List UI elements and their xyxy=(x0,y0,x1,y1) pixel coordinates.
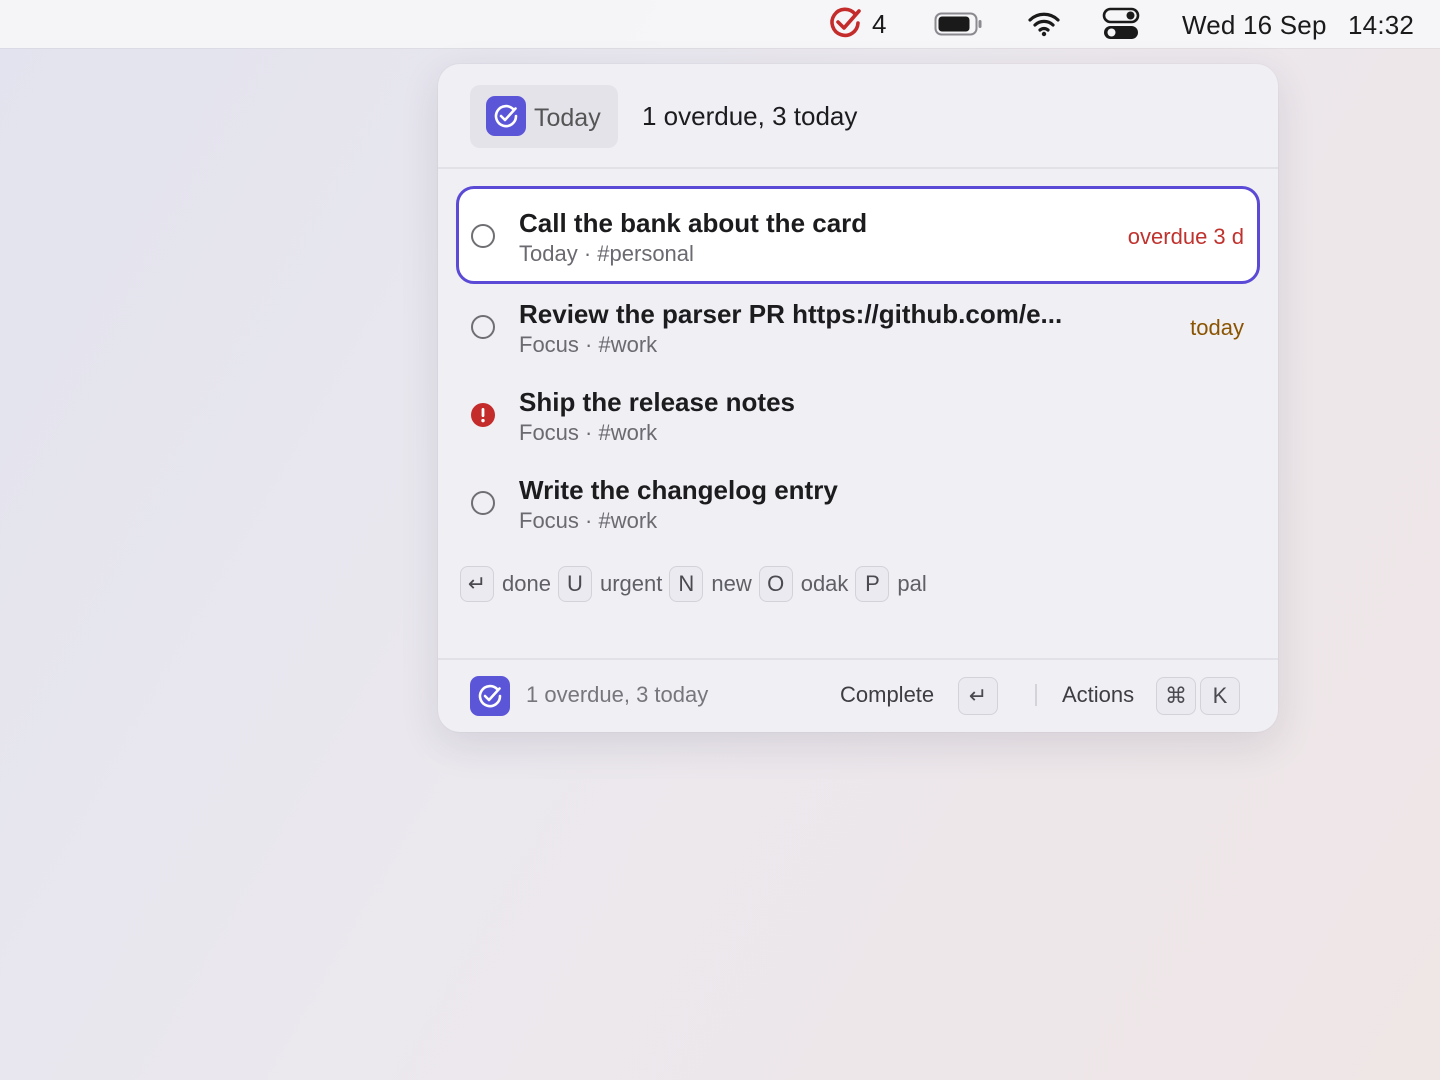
shortcut-hints: ↵ done U urgent N new O odak P pal xyxy=(460,564,934,604)
header-summary: 1 overdue, 3 today xyxy=(642,101,858,131)
task-row[interactable]: Write the changelog entry Focus · #work xyxy=(456,453,1260,551)
key-u: U xyxy=(557,566,592,602)
task-meta: Focus · #work xyxy=(519,508,658,533)
task-due-today: today xyxy=(1190,315,1244,340)
app-logo-icon xyxy=(470,676,510,716)
task-title: Ship the release notes xyxy=(519,387,795,417)
return-key-icon: ↵ xyxy=(460,566,494,602)
command-key-icon: ⌘ xyxy=(1156,677,1196,715)
hint-label-urgent: urgent xyxy=(599,571,663,596)
hint-label-odak: odak xyxy=(800,571,849,596)
task-project: Focus xyxy=(519,332,579,357)
battery-icon[interactable] xyxy=(934,0,982,48)
task-row[interactable]: Ship the release notes Focus · #work xyxy=(456,365,1260,463)
task-meta: Focus · #work xyxy=(519,332,658,357)
key-n: N xyxy=(669,566,704,602)
task-row-selected[interactable]: Call the bank about the card Today · #pe… xyxy=(456,186,1260,284)
task-meta: Today · #personal xyxy=(519,241,694,266)
today-view-button[interactable]: Today xyxy=(470,85,618,148)
urgent-icon[interactable] xyxy=(471,403,495,427)
panel-footer: 1 overdue, 3 today Complete ↵ Actions ⌘ … xyxy=(438,660,1278,732)
task-title: Write the changelog entry xyxy=(519,475,838,505)
footer-summary: 1 overdue, 3 today xyxy=(526,682,709,707)
app-badge-count: 4 xyxy=(872,8,887,39)
wifi-icon[interactable] xyxy=(1028,0,1060,48)
panel-header: Today 1 overdue, 3 today xyxy=(438,64,1278,169)
task-tag: #personal xyxy=(597,241,694,266)
hint-label-pal: pal xyxy=(897,571,927,596)
task-project: Focus xyxy=(519,508,579,533)
complete-button[interactable]: Complete xyxy=(840,682,934,708)
key-k: K xyxy=(1200,677,1240,715)
task-project: Today xyxy=(519,241,578,266)
task-row[interactable]: Review the parser PR https://github.com/… xyxy=(456,277,1260,375)
hint-label-done: done xyxy=(502,571,551,596)
footer-separator xyxy=(1035,684,1037,706)
task-tag: #work xyxy=(598,420,658,445)
complete-checkbox[interactable] xyxy=(471,491,495,515)
menubar-date[interactable]: Wed 16 Sep xyxy=(1182,10,1327,41)
return-key-icon: ↵ xyxy=(958,677,998,715)
task-tag: #work xyxy=(598,332,658,357)
complete-checkbox[interactable] xyxy=(471,224,495,248)
today-view-label: Today xyxy=(534,104,601,132)
task-title: Review the parser PR https://github.com/… xyxy=(519,299,1063,329)
actions-button[interactable]: Actions xyxy=(1062,682,1134,708)
task-project: Focus xyxy=(519,420,579,445)
hint-label-new: new xyxy=(711,571,752,596)
menu-bar: 4 Wed 16 Sep 14:32 xyxy=(0,0,1440,48)
complete-checkbox[interactable] xyxy=(471,315,495,339)
header-divider xyxy=(438,167,1278,169)
task-meta: Focus · #work xyxy=(519,420,658,445)
control-center-icon[interactable] xyxy=(1102,0,1140,48)
task-title: Call the bank about the card xyxy=(519,208,868,238)
app-logo-icon xyxy=(486,96,526,136)
today-popover: Today 1 overdue, 3 today Call the bank a… xyxy=(438,64,1278,732)
task-due-overdue: overdue 3 d xyxy=(1127,224,1244,249)
key-o: O xyxy=(758,566,793,602)
menubar-todo-app[interactable]: 4 xyxy=(828,0,886,48)
key-p: P xyxy=(855,566,890,602)
task-tag: #work xyxy=(598,508,658,533)
todo-app-icon xyxy=(828,5,862,44)
menubar-time[interactable]: 14:32 xyxy=(1348,10,1414,41)
